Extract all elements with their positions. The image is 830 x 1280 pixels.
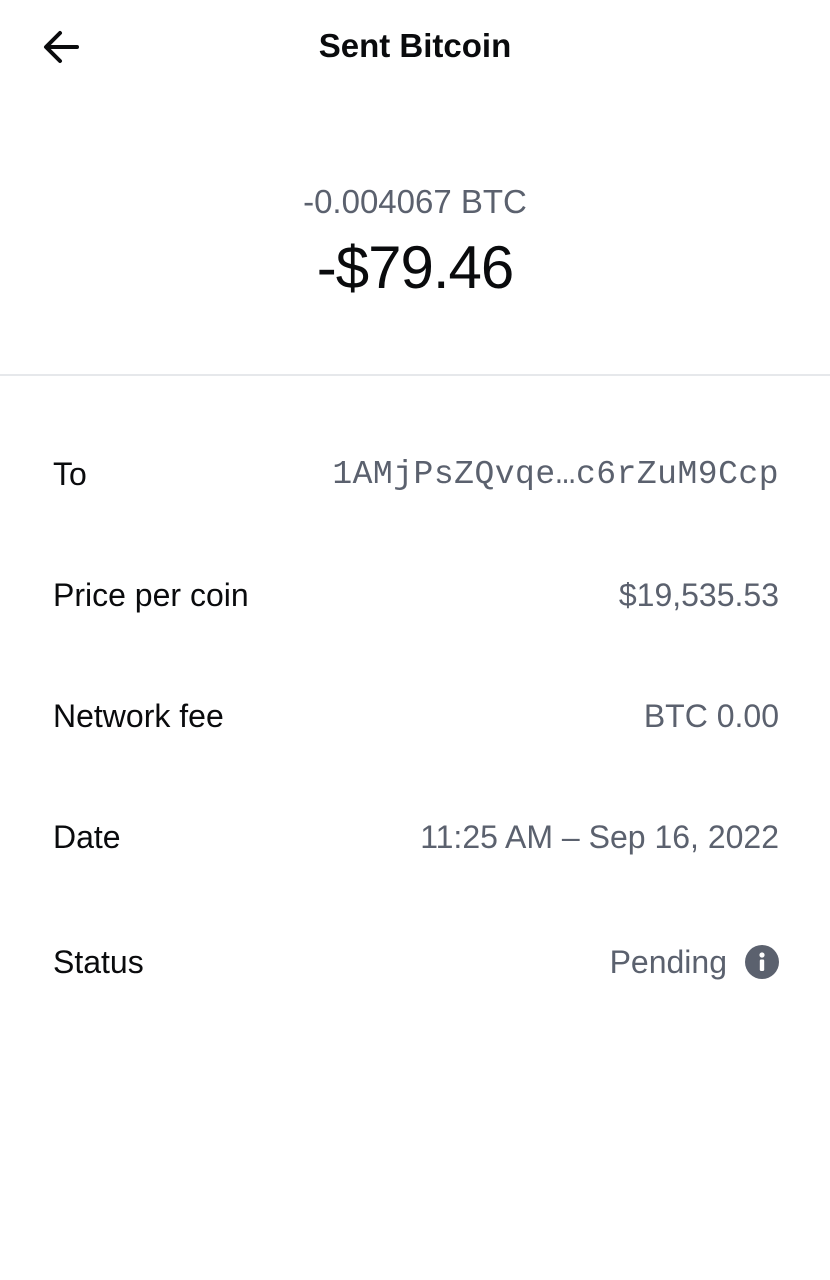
status-text: Pending [609, 943, 727, 980]
price-value: $19,535.53 [618, 576, 779, 613]
network-fee-value: BTC 0.00 [643, 697, 779, 734]
detail-row-date: Date 11:25 AM – Sep 16, 2022 [53, 811, 779, 863]
date-value: 11:25 AM – Sep 16, 2022 [420, 818, 779, 855]
price-label: Price per coin [53, 576, 249, 613]
network-fee-label: Network fee [53, 697, 224, 734]
to-label: To [53, 455, 87, 492]
status-value: Pending [610, 944, 779, 981]
page-title: Sent Bitcoin [318, 27, 512, 64]
divider [0, 374, 830, 376]
fiat-amount: -$79.46 [316, 234, 515, 301]
status-label: Status [53, 943, 144, 980]
detail-row-price: Price per coin $19,535.53 [53, 569, 779, 621]
top-bar: Sent Bitcoin [0, 0, 830, 94]
date-label: Date [53, 818, 121, 855]
detail-row-to: To 1AMjPsZQvqe…c6rZuM9Ccp [53, 448, 779, 500]
amount-summary: -0.004067 BTC -$79.46 [0, 178, 830, 302]
crypto-amount: -0.004067 BTC [303, 183, 527, 220]
detail-row-status: Status Pending [53, 936, 779, 988]
detail-row-fee: Network fee BTC 0.00 [53, 690, 779, 742]
info-icon[interactable] [745, 945, 779, 979]
recipient-address[interactable]: 1AMjPsZQvqe…c6rZuM9Ccp [332, 456, 779, 493]
